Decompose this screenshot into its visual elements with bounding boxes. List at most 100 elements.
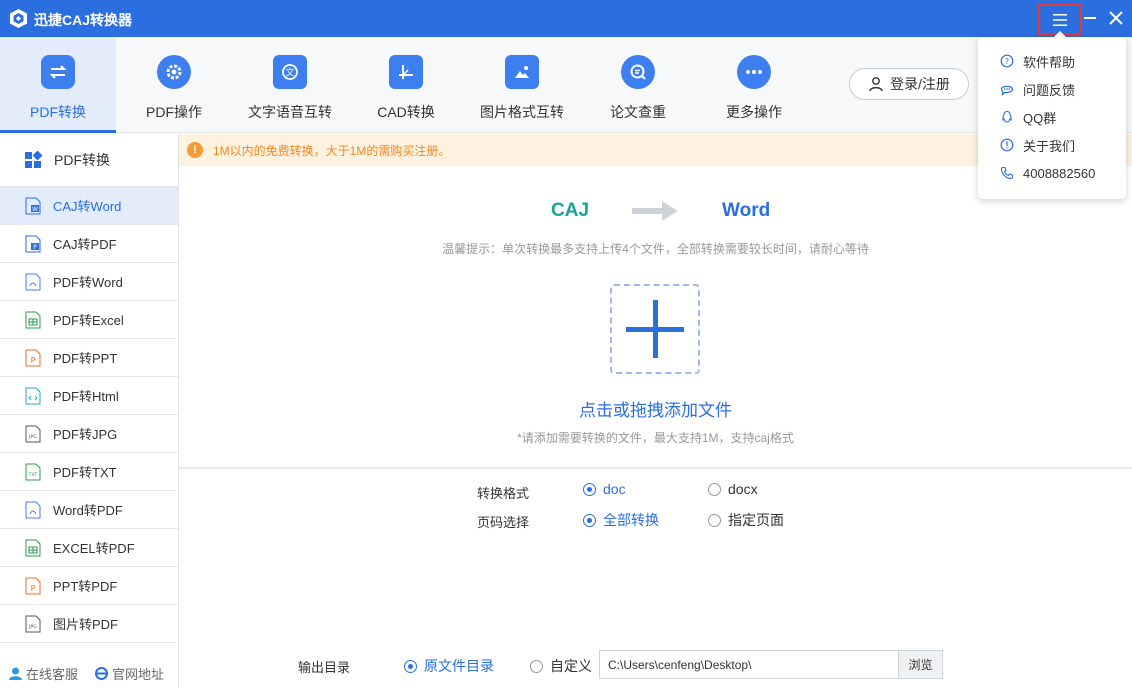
info-icon xyxy=(1000,138,1014,152)
format-docx-label: docx xyxy=(728,481,758,497)
convert-to-label: Word xyxy=(722,200,771,221)
ppt-file-icon: P xyxy=(25,349,41,366)
output-path-input[interactable] xyxy=(599,650,899,679)
user-icon xyxy=(869,77,883,92)
website-label: 官网地址 xyxy=(112,666,165,682)
sidebar-item-ppt-pdf[interactable]: P PPT转PDF xyxy=(0,567,178,605)
menu-item-label: 关于我们 xyxy=(1023,138,1076,154)
svg-text:W: W xyxy=(32,206,38,213)
svg-text:TXT: TXT xyxy=(28,472,38,478)
qq-icon xyxy=(1002,110,1012,123)
svg-text:JPG: JPG xyxy=(28,624,37,630)
title-bar: 迅捷CAJ转换器 xyxy=(0,0,1132,37)
headset-icon xyxy=(9,667,22,680)
nav-more[interactable]: 更多操作 xyxy=(696,37,812,133)
page-custom-radio[interactable]: 指定页面 xyxy=(708,510,784,530)
radio-dot xyxy=(708,482,721,496)
more-icon xyxy=(737,55,771,89)
sidebar-item-pdf-txt[interactable]: TXT PDF转TXT xyxy=(0,453,178,491)
nav-cad-convert[interactable]: CAD转换 xyxy=(348,37,464,133)
menu-item-qq[interactable]: QQ群 xyxy=(978,103,1126,131)
pdf-file-icon xyxy=(25,273,41,290)
menu-item-label: 软件帮助 xyxy=(1023,54,1076,70)
sidebar-item-label: CAJ转PDF xyxy=(53,237,117,252)
add-file-dropzone[interactable] xyxy=(610,284,700,374)
nav-pdf-convert[interactable]: PDF转换 xyxy=(0,37,116,133)
pdf-convert-icon xyxy=(41,55,75,89)
search-doc-icon xyxy=(621,55,655,89)
login-button[interactable]: 登录/注册 xyxy=(849,68,969,100)
output-custom-radio[interactable]: 自定义 xyxy=(530,656,592,676)
browser-icon xyxy=(95,666,109,680)
nav-image-format[interactable]: 图片格式互转 xyxy=(464,37,580,133)
sidebar-item-caj-pdf[interactable]: P CAJ转PDF xyxy=(0,225,178,263)
nav-label: PDF转换 xyxy=(30,104,86,120)
help-icon: ? xyxy=(1000,54,1014,68)
format-doc-label: doc xyxy=(603,481,626,497)
menu-item-about[interactable]: 关于我们 xyxy=(978,131,1126,159)
login-label: 登录/注册 xyxy=(890,76,950,92)
nav-label: 更多操作 xyxy=(726,104,782,120)
nav-label: 论文查重 xyxy=(610,104,666,120)
nav-label: CAD转换 xyxy=(377,104,435,120)
sidebar-item-pdf-word[interactable]: PDF转Word xyxy=(0,263,178,301)
website-link[interactable]: 官网地址 xyxy=(94,664,164,683)
sidebar-item-label: Word转PDF xyxy=(53,503,123,518)
radio-dot xyxy=(404,659,417,673)
notice-text: 1M以内的免费转换，大于1M的需购买注册。 xyxy=(213,143,451,158)
output-source-label: 原文件目录 xyxy=(424,658,494,674)
ppt-file-icon: P xyxy=(25,577,41,594)
upload-tip: 温馨提示：单次转换最多支持上传4个文件，全部转换需要较长时间，请耐心等待 xyxy=(442,242,869,256)
feedback-icon xyxy=(1000,85,1014,96)
browse-button[interactable]: 浏览 xyxy=(898,650,943,679)
convert-from-label: CAJ xyxy=(551,200,590,221)
menu-item-help[interactable]: ? 软件帮助 xyxy=(978,47,1126,75)
sidebar: PDF转换 W CAJ转Word P CAJ转PDF PDF转Word PDF转… xyxy=(0,134,179,688)
nav-pdf-operate[interactable]: PDF操作 xyxy=(116,37,232,133)
nav-paper-check[interactable]: 论文查重 xyxy=(580,37,696,133)
minimize-button[interactable] xyxy=(1082,6,1098,30)
radio-dot xyxy=(530,659,543,673)
sidebar-item-pdf-html[interactable]: PDF转Html xyxy=(0,377,178,415)
sidebar-item-caj-word[interactable]: W CAJ转Word xyxy=(0,187,178,225)
sidebar-item-image-pdf[interactable]: JPG 图片转PDF xyxy=(0,605,178,643)
txt-file-icon: TXT xyxy=(25,463,41,480)
page-all-radio[interactable]: 全部转换 xyxy=(583,510,659,530)
sidebar-item-label: CAJ转Word xyxy=(53,199,122,214)
page-custom-label: 指定页面 xyxy=(728,512,784,528)
svg-text:P: P xyxy=(33,244,37,251)
radio-dot xyxy=(583,513,596,527)
sidebar-item-word-pdf[interactable]: Word转PDF xyxy=(0,491,178,529)
phone-icon xyxy=(1000,166,1014,180)
sidebar-item-label: PDF转Excel xyxy=(53,313,124,328)
menu-item-label: QQ群 xyxy=(1023,110,1057,126)
sidebar-item-pdf-jpg[interactable]: JPG PDF转JPG xyxy=(0,415,178,453)
menu-item-label: 问题反馈 xyxy=(1023,82,1076,98)
sidebar-item-excel-pdf[interactable]: EXCEL转PDF xyxy=(0,529,178,567)
format-label: 转换格式 xyxy=(477,486,530,501)
arrow-right-icon xyxy=(632,201,678,221)
menu-item-feedback[interactable]: 问题反馈 xyxy=(978,75,1126,103)
menu-item-phone[interactable]: 4008882560 xyxy=(978,159,1126,187)
svg-text:P: P xyxy=(31,584,36,593)
output-label: 输出目录 xyxy=(298,660,351,675)
output-source-radio[interactable]: 原文件目录 xyxy=(404,656,494,676)
sidebar-item-pdf-ppt[interactable]: P PDF转PPT xyxy=(0,339,178,377)
radio-dot xyxy=(708,513,721,527)
radio-dot xyxy=(583,482,596,496)
nav-label: 文字语音互转 xyxy=(248,104,332,120)
online-service-label: 在线客服 xyxy=(26,666,79,682)
close-button[interactable] xyxy=(1105,6,1127,30)
sidebar-item-label: PDF转PPT xyxy=(53,351,118,366)
svg-text:文: 文 xyxy=(285,67,294,79)
online-service-link[interactable]: 在线客服 xyxy=(8,664,78,683)
svg-text:JPG: JPG xyxy=(28,434,37,440)
hamburger-icon xyxy=(1053,13,1067,26)
format-docx-radio[interactable]: docx xyxy=(708,481,758,497)
nav-text-speech[interactable]: 文 文字语音互转 xyxy=(232,37,348,133)
add-file-hint: *请添加需要转换的文件，最大支持1M，支持caj格式 xyxy=(517,431,794,445)
format-doc-radio[interactable]: doc xyxy=(583,481,626,497)
app-title: 迅捷CAJ转换器 xyxy=(34,12,133,28)
add-file-label[interactable]: 点击或拖拽添加文件 xyxy=(179,396,1132,421)
sidebar-item-pdf-excel[interactable]: PDF转Excel xyxy=(0,301,178,339)
